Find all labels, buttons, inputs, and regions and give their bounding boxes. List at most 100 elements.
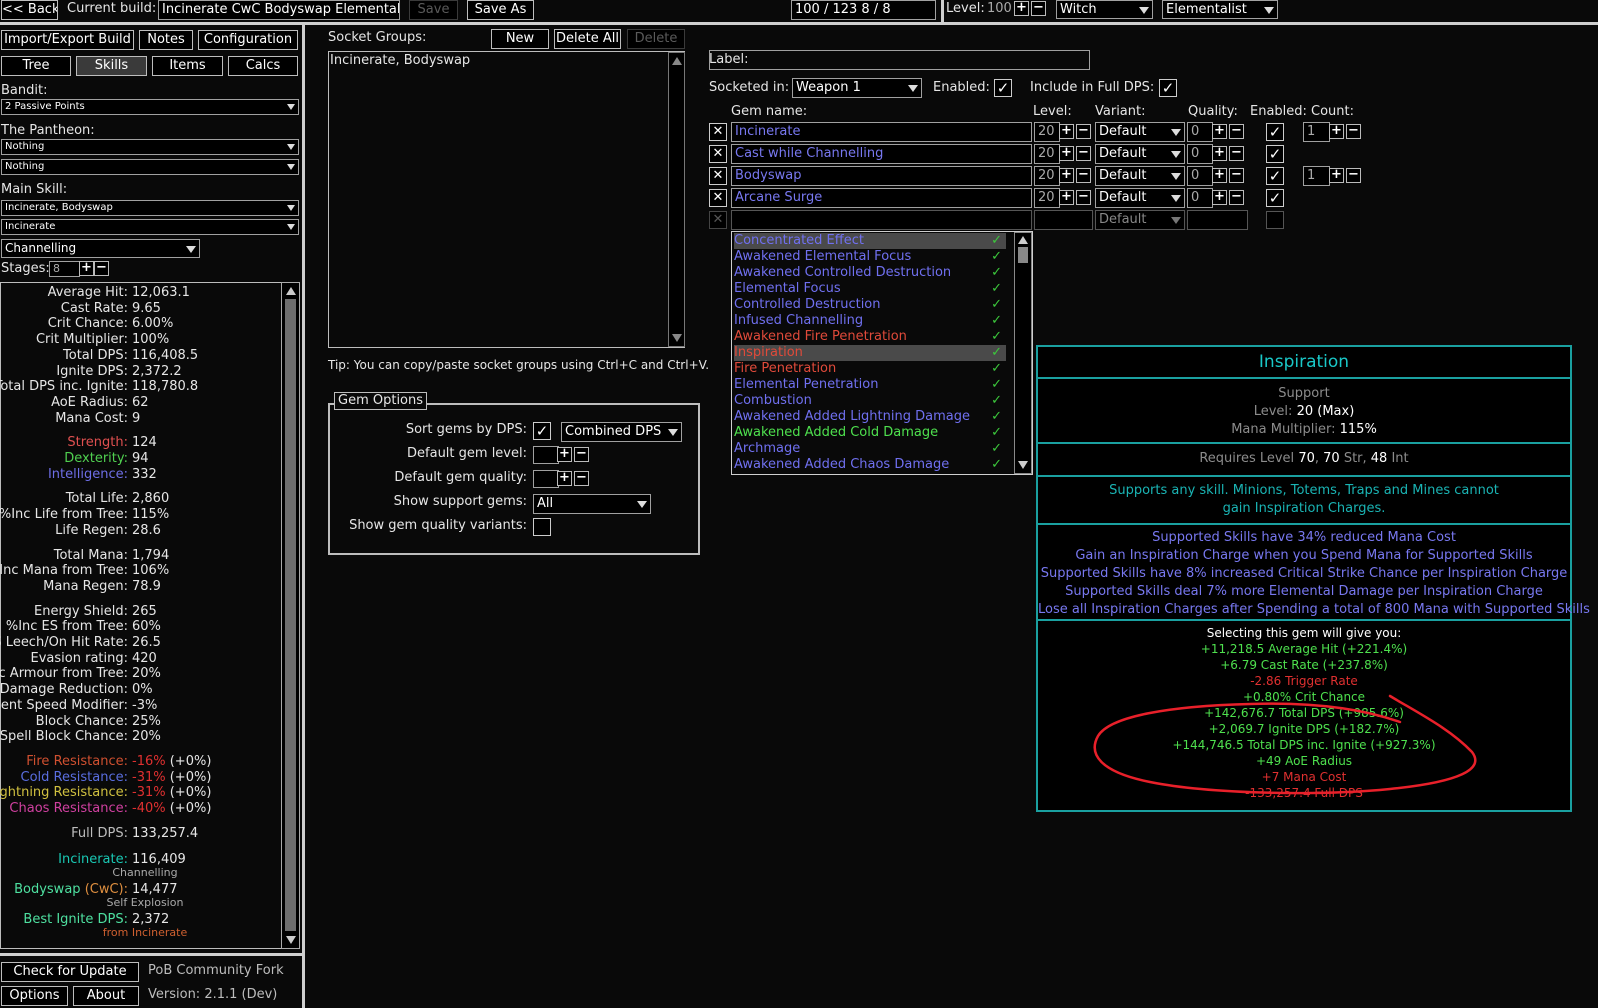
gem-level-input[interactable]: 20 [1034,166,1060,186]
gem-variant-dropdown[interactable]: Default [1095,166,1185,186]
gem-quality-input[interactable]: 0 [1187,166,1213,186]
about-button[interactable]: About [73,986,139,1006]
import-export-tab[interactable]: Import/Export Build [1,30,134,50]
new-gem-name-input[interactable] [731,210,1032,230]
gem-option[interactable]: Inspiration ✓ [734,345,1006,361]
remove-gem-button[interactable]: ✕ [709,123,727,141]
gem-option[interactable]: Awakened Added Cold Damage ✓ [734,425,1006,441]
gem-option[interactable]: Elemental Focus ✓ [734,281,1006,297]
gem-option[interactable]: Fire Penetration ✓ [734,361,1006,377]
level-value[interactable]: 100 [987,1,1012,16]
gem-level-minus-button[interactable]: − [1076,124,1091,139]
gem-quality-minus-button[interactable]: − [1229,124,1244,139]
back-button[interactable]: << Back [1,0,58,20]
pantheon-major-dropdown[interactable]: Nothing [1,139,299,155]
default-quality-plus-button[interactable]: + [557,471,572,486]
stats-scrollbar[interactable] [281,282,300,949]
gem-quality-minus-button[interactable]: − [1229,146,1244,161]
gem-level-minus-button[interactable]: − [1076,168,1091,183]
gem-quality-input[interactable]: 0 [1187,122,1213,142]
main-skill-gem-dropdown[interactable]: Incinerate [1,219,299,235]
stages-minus-button[interactable]: − [94,261,109,276]
gem-option[interactable]: Awakened Added Chaos Damage ✓ [734,457,1006,473]
calcs-tab[interactable]: Calcs [228,56,298,76]
items-tab[interactable]: Items [152,56,223,76]
default-quality-minus-button[interactable]: − [574,471,589,486]
class-dropdown[interactable]: Witch [1056,0,1153,19]
gem-variant-dropdown[interactable]: Default [1095,122,1185,142]
gem-count-minus-button[interactable]: − [1346,124,1361,139]
main-skill-group-dropdown[interactable]: Incinerate, Bodyswap [1,200,299,216]
gem-level-plus-button[interactable]: + [1059,190,1074,205]
gem-option[interactable]: Combustion ✓ [734,393,1006,409]
save-button[interactable]: Save [409,0,458,20]
gem-count-plus-button[interactable]: + [1329,124,1344,139]
gem-quality-minus-button[interactable]: − [1229,190,1244,205]
gem-enabled-checkbox[interactable]: ✓ [1266,123,1284,141]
notes-tab[interactable]: Notes [139,30,193,50]
gem-option[interactable]: Awakened Fire Penetration ✓ [734,329,1006,345]
gem-level-plus-button[interactable]: + [1059,124,1074,139]
delete-all-button[interactable]: Delete All [554,29,621,49]
remove-gem-button[interactable]: ✕ [709,145,727,163]
gem-quality-plus-button[interactable]: + [1212,168,1227,183]
gem-enabled-checkbox[interactable]: ✓ [1266,145,1284,163]
gem-option[interactable]: Controlled Destruction ✓ [734,297,1006,313]
gem-option[interactable]: Concentrated Effect ✓ [734,233,1006,249]
gem-quality-plus-button[interactable]: + [1212,146,1227,161]
socket-group-item[interactable]: Incinerate, Bodyswap [330,53,470,68]
gem-option[interactable]: Awakened Controlled Destruction ✓ [734,265,1006,281]
gem-quality-minus-button[interactable]: − [1229,168,1244,183]
gem-option[interactable]: Infused Channelling ✓ [734,313,1006,329]
remove-gem-button[interactable]: ✕ [709,167,727,185]
gem-name-field[interactable]: Incinerate [731,122,1032,142]
default-level-input[interactable] [533,446,559,464]
level-minus-button[interactable]: − [1031,1,1046,16]
gem-count-input[interactable]: 1 [1303,122,1330,142]
gem-variant-dropdown[interactable]: Default [1095,144,1185,164]
skills-tab[interactable]: Skills [76,56,147,76]
level-plus-button[interactable]: + [1014,1,1029,16]
socket-group-list[interactable]: Incinerate, Bodyswap [328,51,685,348]
gem-enabled-checkbox[interactable]: ✓ [1266,189,1284,207]
gem-option[interactable]: Elemental Penetration ✓ [734,377,1006,393]
gem-level-minus-button[interactable]: − [1076,190,1091,205]
new-group-button[interactable]: New [491,29,549,49]
gem-option[interactable]: Archmage ✓ [734,441,1006,457]
group-enabled-checkbox[interactable]: ✓ [994,79,1012,97]
gem-level-input[interactable]: 20 [1034,188,1060,208]
stages-plus-button[interactable]: + [79,261,94,276]
stages-input[interactable]: 8 [49,261,80,277]
gem-dropdown-scrollbar[interactable] [1014,232,1032,474]
gem-level-input[interactable]: 20 [1034,144,1060,164]
tree-tab[interactable]: Tree [1,56,71,76]
stats-scroll-thumb[interactable] [285,299,296,931]
ascendancy-dropdown[interactable]: Elementalist [1162,0,1278,19]
delete-group-button[interactable]: Delete [627,29,685,49]
bandit-dropdown[interactable]: 2 Passive Points [1,99,299,115]
gem-name-field[interactable]: Arcane Surge [731,188,1032,208]
configuration-tab[interactable]: Configuration [198,30,298,50]
show-support-dropdown[interactable]: All [533,494,651,514]
socketed-in-dropdown[interactable]: Weapon 1 [792,78,922,98]
check-update-button[interactable]: Check for Update [1,962,139,982]
default-level-minus-button[interactable]: − [574,447,589,462]
gem-selection-dropdown[interactable]: Concentrated Effect ✓ Awakened Elemental F… [731,231,1033,475]
gem-count-minus-button[interactable]: − [1346,168,1361,183]
default-level-plus-button[interactable]: + [557,447,572,462]
sort-gems-checkbox[interactable]: ✓ [533,422,551,440]
gem-name-field[interactable]: Cast while Channelling [731,144,1032,164]
skill-part-dropdown[interactable]: Channelling [1,239,200,258]
gem-quality-input[interactable]: 0 [1187,144,1213,164]
socket-group-scrollbar[interactable] [668,52,685,347]
show-quality-checkbox[interactable] [533,518,551,536]
gem-enabled-checkbox[interactable]: ✓ [1266,167,1284,185]
gem-count-input[interactable]: 1 [1303,166,1330,186]
default-quality-input[interactable] [533,470,559,488]
gem-level-input[interactable]: 20 [1034,122,1060,142]
gem-option[interactable]: Awakened Elemental Focus ✓ [734,249,1006,265]
pantheon-minor-dropdown[interactable]: Nothing [1,159,299,175]
save-as-button[interactable]: Save As [467,0,534,20]
gem-quality-input[interactable]: 0 [1187,188,1213,208]
gem-level-plus-button[interactable]: + [1059,146,1074,161]
